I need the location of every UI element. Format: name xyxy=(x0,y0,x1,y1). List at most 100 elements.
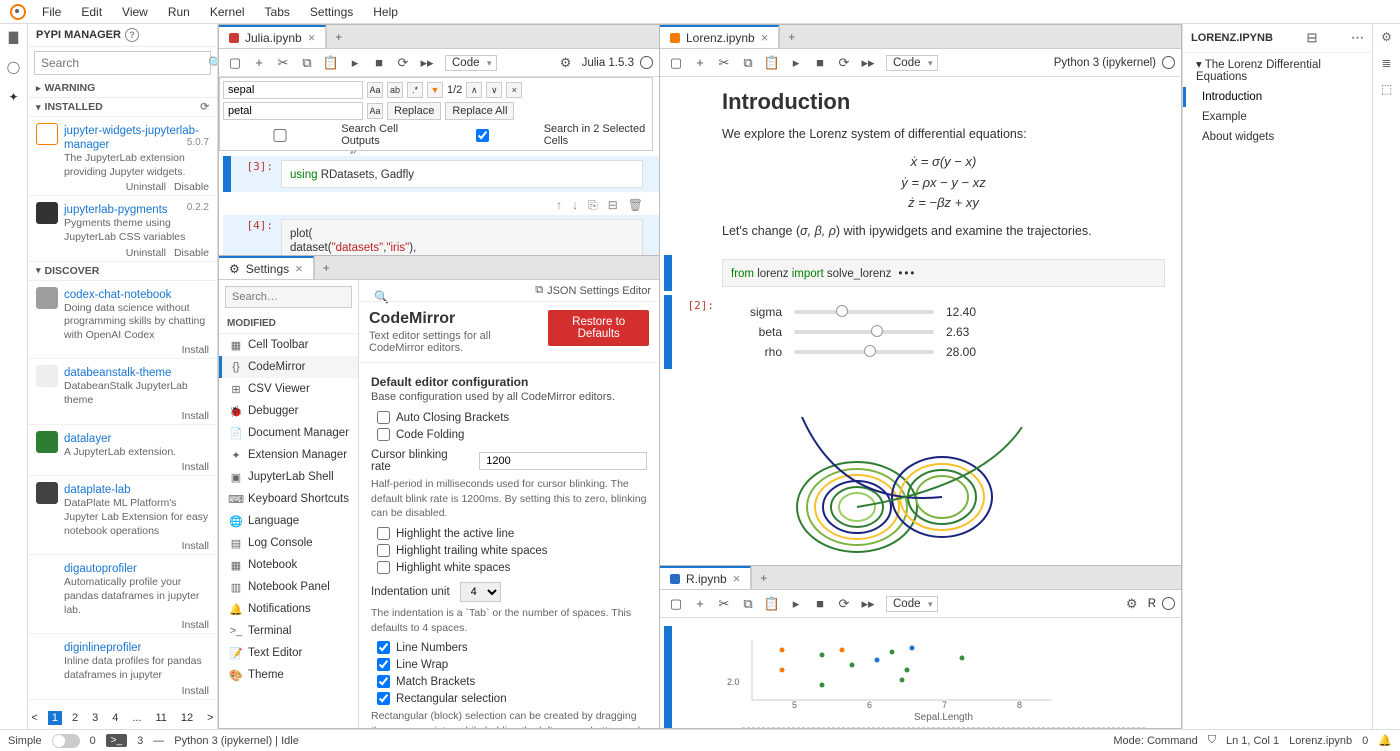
toc-item[interactable]: About widgets xyxy=(1183,127,1372,147)
discover-section[interactable]: ▾DISCOVER xyxy=(28,262,217,281)
settings-item-document-manager[interactable]: 📄Document Manager xyxy=(219,422,358,444)
uninstall-button[interactable]: Uninstall xyxy=(126,181,166,193)
save-icon[interactable]: ▢ xyxy=(225,53,245,73)
autoclose-checkbox[interactable] xyxy=(377,411,390,424)
rect-checkbox[interactable] xyxy=(377,692,390,705)
stop-icon[interactable]: ■ xyxy=(810,594,830,614)
settings-item-terminal[interactable]: >_Terminal xyxy=(219,620,358,642)
add-cell-prompt[interactable]: Click to add a cell. xyxy=(742,727,1145,728)
menu-run[interactable]: Run xyxy=(158,3,200,21)
settings-item-keyboard-shortcuts[interactable]: ⌨Keyboard Shortcuts xyxy=(219,488,358,510)
codefold-checkbox[interactable] xyxy=(377,428,390,441)
simple-toggle[interactable] xyxy=(52,734,80,748)
search-input[interactable] xyxy=(35,56,202,70)
settings-item-log-console[interactable]: ▤Log Console xyxy=(219,532,358,554)
install-button[interactable]: Install xyxy=(182,685,209,697)
gear-icon[interactable]: ⚙ xyxy=(1122,594,1142,614)
settings-item-cell-toolbar[interactable]: ▦Cell Toolbar xyxy=(219,334,358,356)
run-all-icon[interactable]: ▸▸ xyxy=(858,53,878,73)
extension-name[interactable]: codex-chat-notebook xyxy=(64,289,171,301)
toc-icon[interactable]: ≣ xyxy=(1381,56,1391,70)
copy-icon[interactable]: ⧉ xyxy=(297,53,317,73)
add-cell-icon[interactable]: + xyxy=(249,53,269,73)
toc-item[interactable]: Example xyxy=(1183,107,1372,127)
extension-search[interactable]: 🔍 xyxy=(34,51,211,75)
restart-icon[interactable]: ⟳ xyxy=(393,53,413,73)
settings-item-jupyterlab-shell[interactable]: ▣JupyterLab Shell xyxy=(219,466,358,488)
settings-item-notifications[interactable]: 🔔Notifications xyxy=(219,598,358,620)
page-11[interactable]: 11 xyxy=(152,711,171,725)
code-using[interactable]: using RDatasets, Gadfly xyxy=(281,160,643,188)
cut-icon[interactable]: ✂ xyxy=(714,594,734,614)
settings-item-codemirror[interactable]: {}CodeMirror xyxy=(219,356,358,378)
close-icon[interactable]: × xyxy=(308,30,316,45)
blink-input[interactable] xyxy=(479,452,647,470)
run-all-icon[interactable]: ▸▸ xyxy=(417,53,437,73)
settings-item-notebook-panel[interactable]: ▥Notebook Panel xyxy=(219,576,358,598)
bell-icon[interactable]: 🔔 xyxy=(1378,734,1392,747)
kernel-name[interactable]: R xyxy=(1148,598,1156,610)
notebook-body[interactable]: Introduction We explore the Lorenz syste… xyxy=(660,77,1181,565)
save-icon[interactable]: ▢ xyxy=(666,594,686,614)
extension-item[interactable]: codex-chat-notebook Doing data science w… xyxy=(28,281,217,360)
paste-icon[interactable]: 📋 xyxy=(762,53,782,73)
add-cell-icon[interactable]: + xyxy=(690,594,710,614)
beta-slider[interactable] xyxy=(794,330,934,334)
extension-name[interactable]: databeanstalk-theme xyxy=(64,367,171,379)
extensions-icon[interactable]: ✦ xyxy=(5,88,23,106)
settings-item-theme[interactable]: 🎨Theme xyxy=(219,664,358,686)
case-icon[interactable]: Aa xyxy=(367,82,383,98)
add-tab-button[interactable]: + xyxy=(751,566,775,589)
more-icon[interactable]: ⊟ xyxy=(608,198,618,213)
cell-type-select[interactable]: Code xyxy=(445,55,497,71)
extension-name[interactable]: digautoprofiler xyxy=(64,563,137,575)
replace-button[interactable]: Replace xyxy=(387,102,441,120)
uninstall-button[interactable]: Uninstall xyxy=(126,247,166,259)
wrap-checkbox[interactable] xyxy=(377,658,390,671)
restart-icon[interactable]: ⟳ xyxy=(834,594,854,614)
sigma-slider[interactable] xyxy=(794,310,934,314)
settings-item-csv-viewer[interactable]: ⊞CSV Viewer xyxy=(219,378,358,400)
extension-name[interactable]: dataplate-lab xyxy=(64,484,131,496)
restore-defaults-button[interactable]: Restore to Defaults xyxy=(548,310,649,346)
extension-item[interactable]: dataplate-lab DataPlate ML Platform's Ju… xyxy=(28,476,217,555)
delete-icon[interactable]: 🗑 xyxy=(628,198,643,213)
property-icon[interactable]: ⚙ xyxy=(1381,30,1392,44)
cell-type-select[interactable]: Code xyxy=(886,596,938,612)
page-1[interactable]: 1 xyxy=(48,711,62,725)
filter-icon[interactable]: ▼ xyxy=(427,82,443,98)
install-button[interactable]: Install xyxy=(182,619,209,631)
install-button[interactable]: Install xyxy=(182,410,209,422)
page-4[interactable]: 4 xyxy=(108,711,122,725)
preserve-case-icon[interactable]: Aa xyxy=(367,103,383,119)
tab-julia[interactable]: Julia.ipynb× xyxy=(219,25,326,48)
cut-icon[interactable]: ✂ xyxy=(714,53,734,73)
menu-kernel[interactable]: Kernel xyxy=(200,3,255,21)
extension-item[interactable]: digautoprofiler Automatically profile yo… xyxy=(28,555,217,634)
extension-item[interactable]: diginlineprofiler Inline data profiles f… xyxy=(28,634,217,699)
settings-item-notebook[interactable]: ▦Notebook xyxy=(219,554,358,576)
code-plot[interactable]: plot( dataset("datasets","iris"), x="Sep… xyxy=(281,219,643,255)
extension-name[interactable]: diginlineprofiler xyxy=(64,642,141,654)
help-icon[interactable]: ? xyxy=(125,28,139,42)
search-selected-checkbox[interactable] xyxy=(425,129,539,142)
settings-item-extension-manager[interactable]: ✦Extension Manager xyxy=(219,444,358,466)
close-find-icon[interactable]: × xyxy=(506,82,522,98)
settings-item-text-editor[interactable]: 📝Text Editor xyxy=(219,642,358,664)
page-...[interactable]: ... xyxy=(128,711,145,725)
extension-item[interactable]: jupyterlab-pygments0.2.2 Pygments theme … xyxy=(28,196,217,261)
word-icon[interactable]: ab xyxy=(387,82,403,98)
collapse-icon[interactable]: ⊟ xyxy=(1307,30,1318,46)
json-editor-link[interactable]: ⧉ JSON Settings Editor xyxy=(535,284,651,297)
add-tab-button[interactable]: + xyxy=(779,25,803,48)
link-icon[interactable]: ⎘ xyxy=(588,198,598,213)
paste-icon[interactable]: 📋 xyxy=(762,594,782,614)
settings-item-debugger[interactable]: 🐞Debugger xyxy=(219,400,358,422)
hl-ws-checkbox[interactable] xyxy=(377,561,390,574)
tab-r[interactable]: R.ipynb× xyxy=(660,566,751,589)
menu-edit[interactable]: Edit xyxy=(71,3,112,21)
cursor-pos[interactable]: Ln 1, Col 1 xyxy=(1226,735,1279,747)
settings-item-language[interactable]: 🌐Language xyxy=(219,510,358,532)
kernel-status[interactable]: Python 3 (ipykernel) | Idle xyxy=(174,735,299,747)
find-input[interactable] xyxy=(223,81,363,99)
